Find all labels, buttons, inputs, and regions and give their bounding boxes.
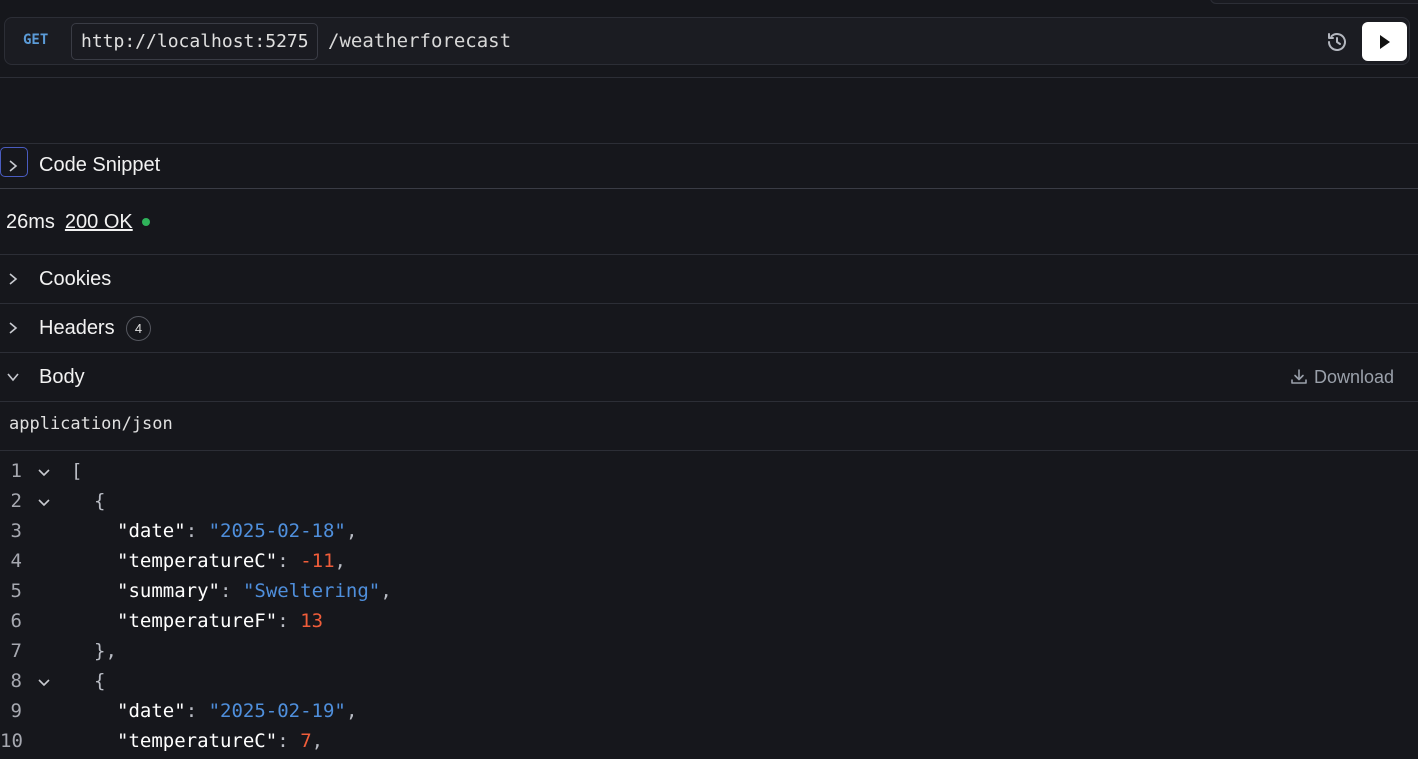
code-token: "date" [117, 700, 186, 722]
code-token: 7 [300, 730, 312, 752]
code-token: "temperatureC" [117, 550, 278, 572]
code-token: "temperatureC" [117, 730, 278, 752]
divider [0, 401, 1418, 402]
http-method[interactable]: GET [23, 32, 48, 48]
line-number: 7 [10, 640, 22, 662]
code-token: }, [94, 640, 117, 662]
code-token: , [346, 520, 358, 542]
cookies-section[interactable]: Cookies [0, 255, 1418, 303]
code-line: 5 "summary": "Sweltering", [0, 576, 1418, 606]
code-token: { [94, 670, 106, 692]
fold-chevron-icon[interactable] [36, 464, 52, 480]
code-line: 10 "temperatureC": 7, [0, 726, 1418, 756]
code-token: : [185, 700, 209, 722]
download-label: Download [1314, 366, 1395, 387]
code-token: : [277, 730, 301, 752]
code-line: 9 "date": "2025-02-19", [0, 696, 1418, 726]
line-number: 5 [10, 580, 22, 602]
section-label-cookies: Cookies [39, 267, 112, 290]
path-input[interactable]: /weatherforecast [328, 30, 511, 52]
play-icon [1379, 34, 1390, 49]
response-status: 26ms 200 OK [6, 200, 150, 244]
section-label-headers: Headers [39, 316, 115, 339]
divider [0, 450, 1418, 451]
code-token: , [334, 550, 346, 572]
fold-chevron-icon[interactable] [36, 494, 52, 510]
line-number: 3 [10, 520, 22, 542]
code-line: 4 "temperatureC": -11, [0, 546, 1418, 576]
code-token: "Sweltering" [242, 580, 381, 602]
code-token: , [346, 700, 358, 722]
download-icon [1291, 369, 1307, 384]
code-token: : [277, 550, 301, 572]
code-line: 6 "temperatureF": 13 [0, 606, 1418, 636]
code-token: : [185, 520, 209, 542]
history-icon[interactable] [1325, 30, 1349, 54]
section-label-body: Body [39, 365, 85, 388]
divider [0, 77, 1418, 78]
code-token: "summary" [117, 580, 220, 602]
fold-chevron-icon[interactable] [36, 674, 52, 690]
line-number: 9 [10, 700, 22, 722]
status-ok-dot [141, 218, 150, 226]
code-line: 8{ [0, 666, 1418, 696]
code-token: "2025-02-18" [208, 520, 346, 542]
address-bar: GET http://localhost:5275 /weatherforeca… [4, 17, 1410, 65]
content-type-label: application/json [9, 414, 173, 434]
status-code-link[interactable]: 200 OK [65, 211, 133, 234]
line-number: 2 [10, 490, 22, 512]
body-section[interactable]: Body Download [0, 353, 1418, 401]
code-line: 7}, [0, 636, 1418, 666]
headers-section[interactable]: Headers 4 [0, 304, 1418, 352]
code-line: 3 "date": "2025-02-18", [0, 516, 1418, 546]
response-latency: 26ms [6, 210, 55, 233]
line-number: 10 [0, 730, 23, 752]
code-line: 2{ [0, 486, 1418, 516]
response-body-code[interactable]: 1[2{3 "date": "2025-02-18", 4 "temperatureC… [0, 456, 1418, 756]
code-snippet-section[interactable]: Code Snippet [0, 143, 1418, 188]
line-number: 8 [10, 670, 22, 692]
code-line: 1[ [0, 456, 1418, 486]
divider [0, 188, 1418, 189]
chevron-right-icon [4, 319, 22, 337]
code-token: : [220, 580, 243, 602]
code-token: 13 [300, 610, 324, 632]
code-token: "2025-02-19" [208, 700, 346, 722]
code-token: , [311, 730, 324, 752]
code-token: [ [71, 460, 83, 482]
chevron-right-icon [4, 157, 22, 175]
code-token: "temperatureF" [117, 610, 278, 632]
send-request-button[interactable] [1362, 22, 1407, 61]
code-token: -11 [300, 550, 335, 572]
code-token: , [380, 580, 392, 602]
section-label-code-snippet: Code Snippet [39, 154, 161, 176]
line-number: 4 [10, 550, 22, 572]
line-number: 1 [10, 460, 22, 482]
base-url-field[interactable]: http://localhost:5275 [71, 23, 318, 60]
code-token: "date" [117, 520, 186, 542]
chevron-right-icon [4, 270, 22, 288]
line-number: 6 [10, 610, 22, 632]
download-button[interactable]: Download [1290, 367, 1394, 388]
code-token: : [277, 610, 301, 632]
top-panel-edge [1210, 0, 1418, 4]
headers-count-badge: 4 [126, 315, 151, 341]
chevron-down-icon [4, 368, 22, 386]
code-token: { [94, 490, 106, 512]
